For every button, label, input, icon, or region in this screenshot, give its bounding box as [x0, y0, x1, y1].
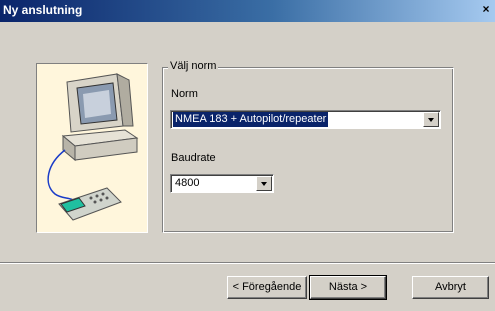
chevron-down-icon[interactable] — [256, 176, 272, 191]
baudrate-label: Baudrate — [171, 152, 216, 164]
chevron-down-icon[interactable] — [423, 112, 439, 127]
baudrate-selected-value: 4800 — [175, 177, 200, 189]
group-legend: Välj norm — [168, 60, 219, 72]
computer-with-gps-device-icon — [36, 63, 148, 233]
title-bar: Ny anslutning × — [0, 0, 495, 22]
norm-selected-value: NMEA 183 + Autopilot/repeater — [173, 112, 329, 127]
next-button[interactable]: Nästa > — [309, 275, 387, 300]
window-title: Ny anslutning — [3, 3, 83, 17]
separator — [0, 262, 495, 264]
cancel-button[interactable]: Avbryt — [412, 276, 489, 299]
baudrate-dropdown[interactable]: 4800 — [170, 174, 274, 193]
norm-label: Norm — [171, 88, 198, 100]
close-icon[interactable]: × — [479, 3, 493, 17]
norm-groupbox — [162, 67, 454, 233]
norm-dropdown[interactable]: NMEA 183 + Autopilot/repeater — [170, 110, 441, 129]
back-button[interactable]: < Föregående — [227, 276, 307, 299]
